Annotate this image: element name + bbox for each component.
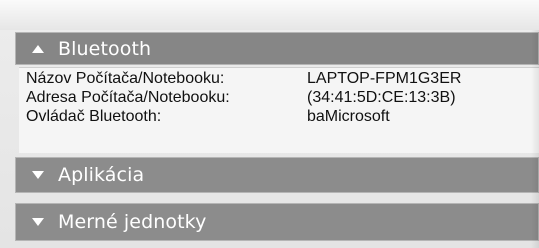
detail-label: Názov Počítača/Notebooku: [26, 70, 225, 87]
detail-row: Názov Počítača/Notebooku: LAPTOP-FPM1G3E… [19, 69, 539, 88]
bluetooth-details: Názov Počítača/Notebooku: LAPTOP-FPM1G3E… [19, 67, 539, 153]
detail-value: LAPTOP-FPM1G3ER [307, 70, 462, 87]
detail-row: Adresa Počítača/Notebooku: (34:41:5D:CE:… [19, 88, 539, 107]
section-header-aplikacia[interactable]: Aplikácia [15, 157, 539, 193]
section-header-merne-jednotky[interactable]: Merné jednotky [15, 203, 539, 241]
chevron-up-icon [31, 42, 45, 56]
detail-label: Adresa Počítača/Notebooku: [26, 89, 230, 106]
section-title: Merné jednotky [58, 211, 207, 233]
detail-value: baMicrosoft [307, 108, 390, 125]
chevron-down-icon [31, 168, 45, 182]
window-top-edge [0, 0, 539, 30]
detail-label: Ovládač Bluetooth: [26, 108, 162, 125]
chevron-down-icon [31, 215, 45, 229]
settings-window: Bluetooth Názov Počítača/Notebooku: LAPT… [0, 0, 539, 248]
section-title: Bluetooth [58, 37, 152, 60]
detail-row: Ovládač Bluetooth: baMicrosoft [19, 107, 539, 126]
detail-value: (34:41:5D:CE:13:3B) [307, 89, 456, 106]
section-title: Aplikácia [58, 164, 145, 186]
section-header-bluetooth[interactable]: Bluetooth [15, 32, 539, 65]
window-edge-shadow [531, 30, 539, 248]
